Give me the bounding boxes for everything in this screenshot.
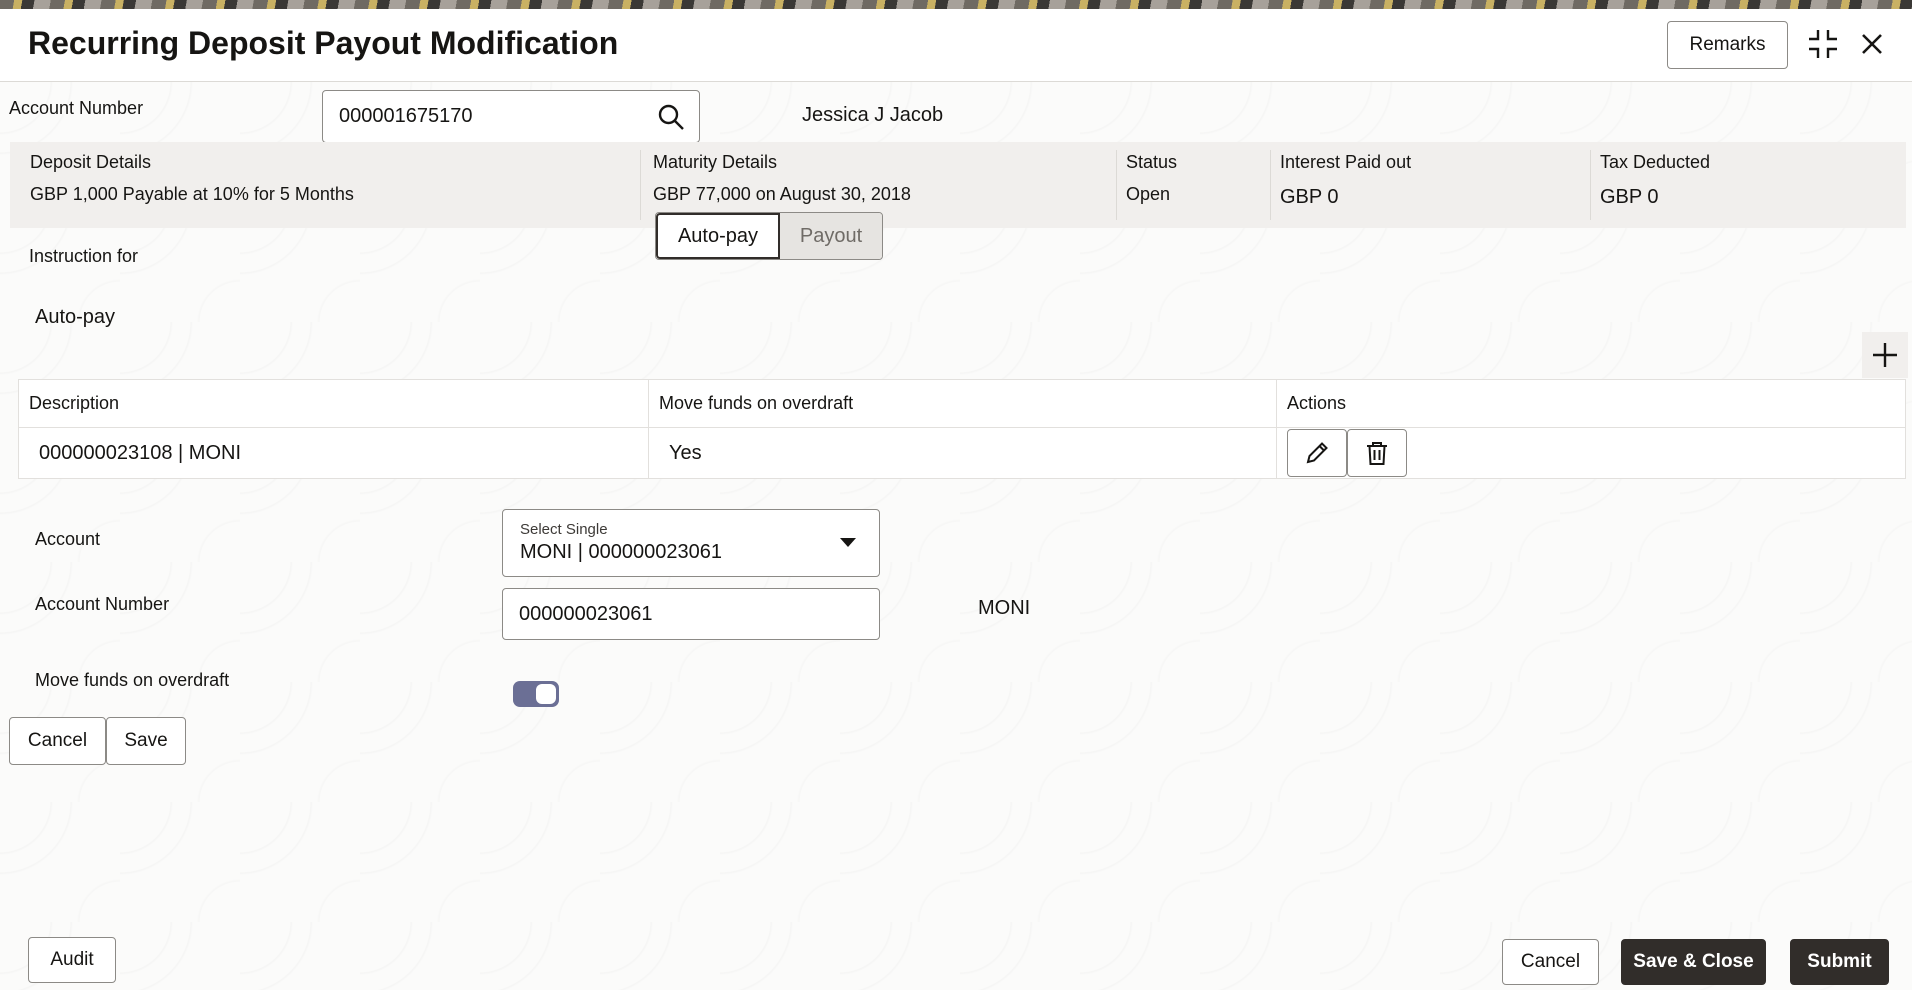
main-content: Account Number 000001675170 Jessica J Ja… xyxy=(0,82,1912,990)
account-select-hint: Select Single xyxy=(520,521,608,538)
form-account-name: MONI xyxy=(978,597,1031,619)
account-holder-name: Jessica J Jacob xyxy=(802,104,944,126)
page-title: Recurring Deposit Payout Modification xyxy=(28,25,619,61)
interest-paid-label: Interest Paid out xyxy=(1280,152,1412,172)
deposit-details-cell: Deposit Details GBP 1,000 Payable at 10%… xyxy=(10,142,640,228)
close-icon[interactable] xyxy=(1855,27,1889,61)
tax-deducted-cell: Tax Deducted GBP 0 xyxy=(1590,142,1906,228)
tax-deducted-value: GBP 0 xyxy=(1600,186,1659,208)
column-header-move-funds: Move funds on overdraft xyxy=(649,380,1277,428)
audit-button[interactable]: Audit xyxy=(28,937,116,983)
account-number-input[interactable]: 000001675170 xyxy=(322,90,700,143)
search-icon[interactable] xyxy=(657,103,685,137)
form-cancel-button[interactable]: Cancel xyxy=(9,717,106,765)
trash-icon xyxy=(1367,442,1387,465)
column-header-description: Description xyxy=(19,380,649,428)
form-account-number-label: Account Number xyxy=(35,594,170,614)
chevron-down-icon xyxy=(839,536,857,554)
add-instruction-button[interactable] xyxy=(1862,332,1908,378)
save-and-close-button[interactable]: Save & Close xyxy=(1621,939,1766,985)
remarks-button[interactable]: Remarks xyxy=(1667,21,1788,69)
delete-button[interactable] xyxy=(1347,429,1407,477)
edit-button[interactable] xyxy=(1287,429,1347,477)
tax-deducted-label: Tax Deducted xyxy=(1600,152,1711,172)
account-select[interactable]: Select Single MONI | 000000023061 xyxy=(502,509,880,577)
move-funds-toggle[interactable] xyxy=(513,681,559,707)
status-label: Status xyxy=(1126,152,1178,172)
row-description: 000000023108 | MONI xyxy=(19,428,649,478)
row-move-funds: Yes xyxy=(649,428,1277,478)
form-account-number-input[interactable]: 000000023061 xyxy=(502,588,880,640)
interest-paid-cell: Interest Paid out GBP 0 xyxy=(1270,142,1590,228)
deposit-details-value: GBP 1,000 Payable at 10% for 5 Months xyxy=(30,184,354,204)
plus-icon xyxy=(1873,343,1897,367)
move-funds-label: Move funds on overdraft xyxy=(35,670,230,690)
instruction-segmented-control: Auto-pay Payout xyxy=(655,212,883,260)
instruction-for-label: Instruction for xyxy=(29,246,139,266)
account-select-value: MONI | 000000023061 xyxy=(520,541,723,563)
deposit-details-label: Deposit Details xyxy=(30,152,152,172)
section-title-auto-pay: Auto-pay xyxy=(35,306,116,328)
status-cell: Status Open xyxy=(1116,142,1270,228)
payout-option[interactable]: Payout xyxy=(780,213,882,259)
account-number-label: Account Number xyxy=(9,98,144,118)
submit-button[interactable]: Submit xyxy=(1790,939,1889,985)
pencil-icon xyxy=(1306,442,1328,464)
auto-pay-table: Description Move funds on overdraft Acti… xyxy=(18,379,1906,479)
status-value: Open xyxy=(1126,184,1171,204)
row-actions xyxy=(1277,428,1905,478)
column-header-actions: Actions xyxy=(1277,380,1905,428)
account-number-value: 000001675170 xyxy=(339,105,473,127)
deposit-summary-panel: Deposit Details GBP 1,000 Payable at 10%… xyxy=(10,142,1906,228)
auto-pay-option[interactable]: Auto-pay xyxy=(656,213,780,259)
interest-paid-value: GBP 0 xyxy=(1280,186,1339,208)
top-decorative-strip xyxy=(0,0,1912,9)
toggle-knob xyxy=(536,684,556,704)
account-label: Account xyxy=(35,529,101,549)
footer-cancel-button[interactable]: Cancel xyxy=(1502,939,1599,985)
minimize-icon[interactable] xyxy=(1806,27,1840,61)
form-save-button[interactable]: Save xyxy=(106,717,186,765)
maturity-details-value: GBP 77,000 on August 30, 2018 xyxy=(653,184,911,204)
maturity-details-label: Maturity Details xyxy=(653,152,778,172)
window-header: Recurring Deposit Payout Modification Re… xyxy=(0,9,1912,82)
